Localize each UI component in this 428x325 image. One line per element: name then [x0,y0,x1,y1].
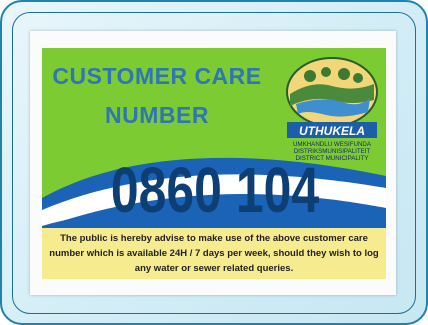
logo-name: UTHUKELA [299,124,365,138]
title-line-1: CUSTOMER CARE [52,63,262,89]
uthukela-logo: UTHUKELA UMKHANDLU WESIFUNDA DISTRIKSMUN… [286,57,378,162]
title-line-2: NUMBER [105,102,209,128]
customer-care-poster: CUSTOMER CARE NUMBER UTHUKELA UMKHANDLU … [42,48,386,279]
logo-line-1: UMKHANDLU WESIFUNDA [293,141,372,148]
notice-text: The public is hereby advise to make use … [42,228,386,279]
